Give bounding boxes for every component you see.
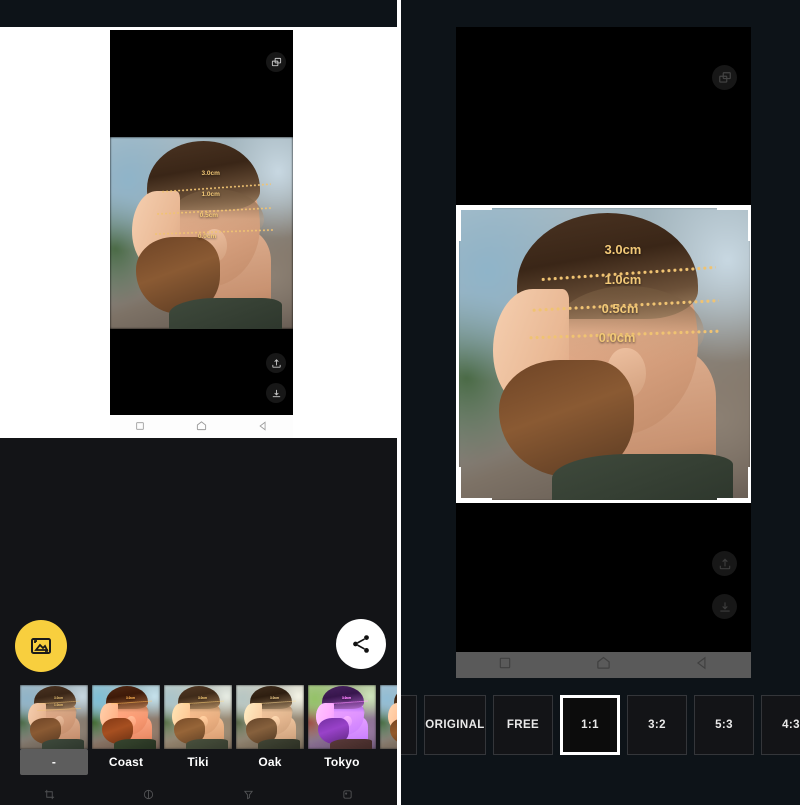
right-android-navbar bbox=[456, 652, 751, 678]
left-editor-toolbar[interactable] bbox=[0, 786, 397, 805]
copy-icon[interactable] bbox=[266, 52, 286, 72]
ratio-item-free[interactable]: FREE bbox=[493, 695, 553, 755]
image-crop-icon bbox=[31, 638, 51, 654]
share-icon bbox=[353, 635, 369, 653]
right-phone-preview: 3.0cm 1.0cm 0.5cm 0.0cm bbox=[456, 27, 751, 678]
ratio-item-5-3[interactable]: 5:3 bbox=[694, 695, 754, 755]
share-icon[interactable] bbox=[266, 353, 286, 373]
ratio-item-partial-left[interactable] bbox=[401, 695, 417, 755]
ratio-item-original[interactable]: ORIGINAL bbox=[424, 695, 486, 755]
recents-icon[interactable] bbox=[498, 656, 512, 675]
measure-label-3cm: 3.0cm bbox=[604, 242, 642, 258]
filter-item-none[interactable]: 3.0cm 1.0cm - bbox=[20, 685, 88, 775]
measure-label-1cm: 1.0cm bbox=[201, 190, 220, 198]
aspect-ratio-strip[interactable]: ORIGINAL FREE 1:1 3:2 5:3 4:3 bbox=[401, 693, 800, 757]
home-icon[interactable] bbox=[196, 418, 207, 436]
filter-label: Coast bbox=[108, 755, 144, 769]
measure-label-00cm: 0.0cm bbox=[598, 330, 636, 346]
filter-item-oak[interactable]: 3.0cm Oak bbox=[236, 685, 304, 775]
filter-thumbnail: 3.0cm bbox=[236, 685, 304, 749]
measure-label-05cm: 0.5cm bbox=[601, 301, 639, 317]
filter-item-tiki[interactable]: 3.0cm Tiki bbox=[164, 685, 232, 775]
measure-label-05cm: 0.5cm bbox=[199, 211, 219, 219]
share-fab[interactable] bbox=[336, 619, 386, 669]
photo-measure-lines: 3.0cm 1.0cm 0.5cm 0.0cm bbox=[110, 137, 293, 329]
copy-icon[interactable] bbox=[712, 65, 737, 90]
photo-measure-lines: 3.0cm 1.0cm 0.5cm 0.0cm bbox=[458, 207, 751, 501]
left-phone-preview: 3.0cm 1.0cm 0.5cm 0.0cm bbox=[110, 30, 293, 415]
filter-item-coast[interactable]: 3.0cm Coast bbox=[92, 685, 160, 775]
adjust-icon[interactable] bbox=[143, 787, 154, 805]
filter-thumbnail: 3.0cm bbox=[380, 685, 397, 749]
recents-icon[interactable] bbox=[135, 418, 145, 436]
filter-thumbnail: 3.0cm bbox=[164, 685, 232, 749]
share-icon[interactable] bbox=[712, 551, 737, 576]
filter-item-bark[interactable]: 3.0cm Bark bbox=[380, 685, 397, 775]
filter-thumbnail: 3.0cm 1.0cm bbox=[20, 685, 88, 749]
back-icon[interactable] bbox=[695, 656, 709, 675]
measure-label-1cm: 1.0cm bbox=[604, 271, 642, 287]
left-panel-filters-screen: 3.0cm 1.0cm 0.5cm 0.0cm 3.0cm 1.0cm - 3.… bbox=[0, 0, 397, 805]
crop-icon[interactable] bbox=[44, 787, 55, 805]
filter-thumbnail: 3.0cm bbox=[92, 685, 160, 749]
filter-label: Oak bbox=[258, 755, 282, 769]
measure-label-00cm: 0.0cm bbox=[197, 233, 217, 240]
filter-label: - bbox=[20, 749, 88, 775]
filter-icon[interactable] bbox=[243, 787, 254, 805]
filter-label: Tiki bbox=[187, 755, 209, 769]
sticker-icon[interactable] bbox=[342, 787, 353, 805]
measure-label-3cm: 3.0cm bbox=[201, 169, 220, 177]
edit-image-fab[interactable] bbox=[15, 620, 67, 672]
filter-thumbnail: 3.0cm bbox=[308, 685, 376, 749]
left-preview-photo: 3.0cm 1.0cm 0.5cm 0.0cm bbox=[110, 137, 293, 329]
right-preview-photo: 3.0cm 1.0cm 0.5cm 0.0cm bbox=[458, 207, 751, 501]
right-panel-crop-screen: 3.0cm 1.0cm 0.5cm 0.0cm ORIGINAL FREE 1:… bbox=[401, 0, 800, 805]
filter-label: Bark bbox=[380, 749, 397, 775]
filter-thumbnail-strip[interactable]: 3.0cm 1.0cm - 3.0cm Coast 3.0cm Tiki 3.0… bbox=[0, 685, 397, 777]
left-android-navbar bbox=[110, 415, 293, 439]
filter-label: Tokyo bbox=[324, 755, 360, 769]
back-icon[interactable] bbox=[258, 418, 268, 436]
download-icon[interactable] bbox=[266, 383, 286, 403]
ratio-item-3-2[interactable]: 3:2 bbox=[627, 695, 687, 755]
home-icon[interactable] bbox=[596, 655, 611, 675]
filter-item-tokyo[interactable]: 3.0cm Tokyo bbox=[308, 685, 376, 775]
download-icon[interactable] bbox=[712, 594, 737, 619]
screenshot-root: 3.0cm 1.0cm 0.5cm 0.0cm 3.0cm 1.0cm - 3.… bbox=[0, 0, 800, 805]
ratio-item-4-3[interactable]: 4:3 bbox=[761, 695, 800, 755]
ratio-item-1-1[interactable]: 1:1 bbox=[560, 695, 620, 755]
